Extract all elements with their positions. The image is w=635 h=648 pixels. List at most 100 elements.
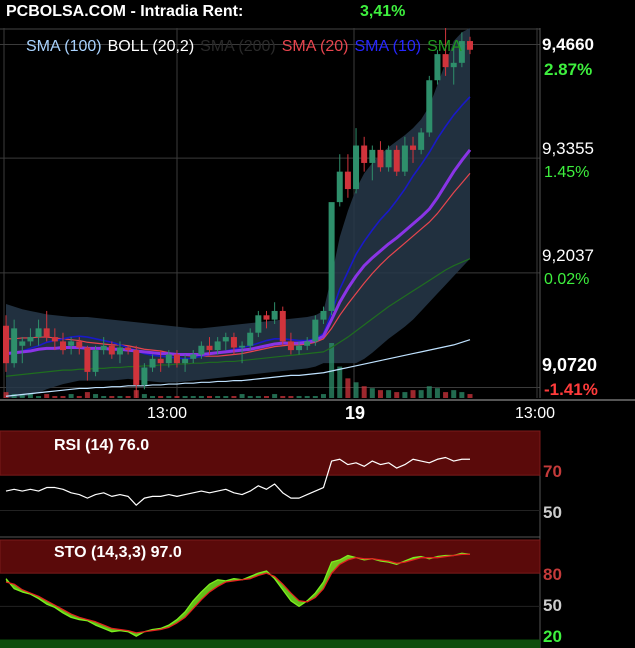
- candle-body: [442, 54, 449, 68]
- volume-bar: [207, 396, 213, 398]
- volume-bar: [52, 396, 58, 398]
- legend-boll: BOLL (20,2): [107, 38, 195, 55]
- volume-bar: [141, 394, 147, 398]
- volume-bar: [280, 396, 286, 398]
- volume-bar: [117, 396, 123, 398]
- volume-bar: [451, 390, 457, 398]
- rent-value: 3,41%: [360, 3, 406, 20]
- candle-body: [247, 332, 254, 346]
- volume-bar: [125, 396, 131, 398]
- volume-bar: [312, 396, 318, 398]
- price-label-1: 9,4660: [542, 35, 594, 54]
- candle-body: [279, 310, 286, 342]
- legend-sma10: SMA (10): [354, 38, 422, 55]
- volume-bar: [190, 396, 196, 398]
- pct-label-4: -1.41%: [544, 380, 598, 399]
- candle-body: [76, 341, 83, 348]
- candle-body: [304, 341, 311, 346]
- legend-sma100: SMA (100): [26, 38, 102, 55]
- volume-bar: [296, 396, 302, 398]
- volume-bar: [101, 396, 107, 398]
- volume-bar: [304, 396, 310, 398]
- candle-body: [385, 149, 392, 168]
- volume-bar: [158, 396, 164, 398]
- candle-body: [206, 345, 213, 351]
- volume-bar: [60, 396, 66, 398]
- candle-body: [165, 354, 172, 364]
- volume-bar: [320, 394, 326, 398]
- candle-body: [312, 319, 319, 342]
- candle-body: [3, 325, 9, 364]
- volume-bar: [247, 396, 253, 398]
- volume-bar: [467, 394, 473, 398]
- volume-bar: [255, 396, 261, 398]
- volume-bar: [198, 396, 204, 398]
- candle-body: [287, 341, 294, 351]
- legend-sma20: SMA (20): [281, 38, 349, 55]
- candle-body: [410, 145, 417, 150]
- sto-level-50: 50: [543, 596, 562, 615]
- volume-bar: [426, 386, 432, 398]
- volume-bar: [3, 392, 9, 398]
- candle-body: [369, 149, 376, 163]
- candle-body: [271, 310, 278, 320]
- candle-body: [434, 54, 441, 81]
- candle-body: [222, 337, 229, 342]
- candle-body: [214, 341, 221, 351]
- volume-bar: [459, 392, 465, 398]
- candle-body: [198, 345, 205, 355]
- chart-title: PCBOLSA.COM - Intradia Rent:: [6, 3, 244, 20]
- time-label-3: 13:00: [515, 405, 556, 422]
- candle-body: [426, 80, 433, 133]
- candle-body: [353, 145, 360, 190]
- volume-bar: [361, 386, 367, 398]
- volume-bar: [272, 394, 278, 398]
- sto-level-80: 80: [543, 565, 562, 584]
- volume-bar: [93, 394, 99, 398]
- volume-bar: [231, 396, 237, 398]
- pct-label-3: 0.02%: [544, 271, 590, 288]
- candle-body: [141, 367, 148, 385]
- volume-bar: [410, 390, 416, 398]
- candle-body: [377, 149, 384, 168]
- candle-body: [84, 347, 91, 372]
- volume-bar: [215, 396, 221, 398]
- legend-sma200: SMA (200): [200, 38, 276, 55]
- candle-body: [296, 345, 303, 351]
- rsi-level-50: 50: [543, 503, 562, 522]
- volume-bar: [84, 392, 90, 398]
- candle-body: [133, 350, 140, 385]
- volume-bar: [386, 390, 392, 398]
- volume-bar: [418, 390, 424, 398]
- candle-body: [418, 132, 425, 150]
- volume-bar: [263, 396, 269, 398]
- candle-body: [11, 328, 18, 364]
- rsi-label: RSI (14) 76.0: [54, 437, 150, 454]
- volume-bar: [443, 392, 449, 398]
- volume-bar: [36, 396, 42, 398]
- candle-body: [401, 145, 408, 172]
- legend-sma: SMA: [427, 38, 462, 55]
- candle-body: [182, 358, 189, 364]
- candle-body: [344, 171, 351, 190]
- time-label-1: 13:00: [147, 405, 188, 422]
- volume-bar: [68, 394, 74, 398]
- candle-body: [328, 202, 335, 311]
- candle-body: [51, 337, 58, 342]
- candle-body: [467, 41, 473, 50]
- candle-body: [320, 310, 327, 320]
- price-label-4: 9,0720: [542, 355, 598, 375]
- candle-body: [393, 149, 400, 172]
- candle-body: [157, 358, 164, 364]
- candle-body: [190, 354, 197, 359]
- volume-bar: [394, 392, 400, 398]
- candle-body: [450, 62, 457, 68]
- volume-bar: [288, 396, 294, 398]
- volume-bar: [109, 396, 115, 398]
- candle-body: [27, 337, 34, 342]
- candle-body: [92, 350, 99, 372]
- volume-bar: [182, 396, 188, 398]
- candle-body: [239, 345, 246, 348]
- pct-label-1: 2.87%: [544, 60, 593, 79]
- sto-level-20: 20: [543, 627, 562, 646]
